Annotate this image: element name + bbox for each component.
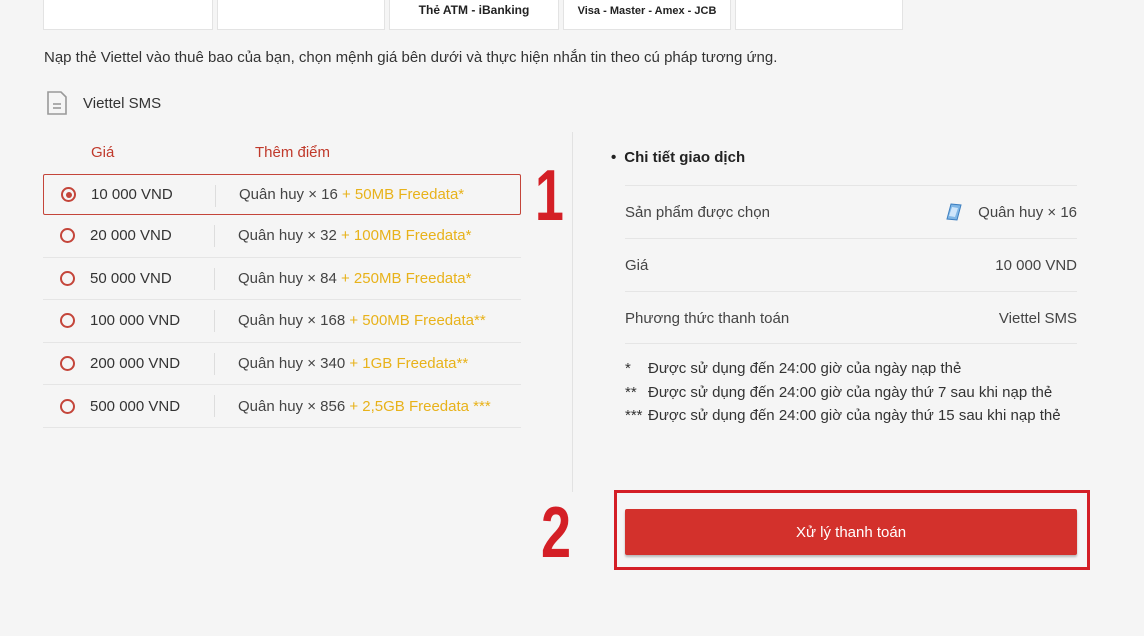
- payment-method-tab-atm[interactable]: Thẻ ATM - iBanking: [389, 0, 559, 30]
- note-text: Được sử dụng đến 24:00 giờ của ngày nạp …: [648, 360, 962, 377]
- divider: [215, 185, 216, 207]
- divider: [214, 310, 215, 333]
- row-price: 200 000 VND: [90, 355, 181, 373]
- bonus-text: + 1GB Freedata**: [345, 355, 469, 373]
- note-item: *** Được sử dụng đến 24:00 giờ của ngày t…: [625, 404, 1075, 428]
- note-mark: **: [625, 383, 637, 401]
- radio-icon[interactable]: [60, 398, 75, 414]
- payment-method-tab-1[interactable]: [43, 0, 213, 30]
- intro-text: Nạp thẻ Viettel vào thuê bao của bạn, ch…: [44, 49, 778, 66]
- denomination-row[interactable]: 50 000 VND Quân huy × 84 + 250MB Freedat…: [43, 258, 521, 301]
- row-points: Quân huy × 16 + 50MB Freedata*: [239, 186, 464, 203]
- payment-method-tab-2[interactable]: [217, 0, 385, 30]
- detail-label: Sản phẩm được chọn: [625, 203, 770, 221]
- denomination-row[interactable]: 200 000 VND Quân huy × 340 + 1GB Freedat…: [43, 343, 521, 386]
- divider: [214, 395, 215, 418]
- bonus-text: + 250MB Freedata*: [336, 269, 472, 287]
- column-divider: [572, 132, 573, 492]
- notes: * Được sử dụng đến 24:00 giờ của ngày nạp…: [625, 357, 1075, 428]
- row-points: Quân huy × 84 + 250MB Freedata*: [238, 270, 472, 287]
- radio-icon[interactable]: [60, 228, 75, 244]
- note-text: Được sử dụng đến 24:00 giờ của ngày thứ …: [648, 407, 1061, 425]
- row-points: Quân huy × 168 + 500MB Freedata**: [238, 312, 486, 329]
- document-icon: [47, 91, 67, 115]
- step-annotation-1: 1: [535, 156, 564, 236]
- bonus-text: + 100MB Freedata*: [336, 227, 472, 245]
- detail-label: Phương thức thanh toán: [625, 309, 790, 327]
- row-points: Quân huy × 340 + 1GB Freedata**: [238, 355, 468, 372]
- denomination-row[interactable]: 20 000 VND Quân huy × 32 + 100MB Freedat…: [43, 215, 521, 258]
- radio-icon[interactable]: [60, 313, 75, 329]
- row-price: 500 000 VND: [90, 397, 181, 415]
- detail-row-product: Sản phẩm được chọn Quân huy × 16: [625, 185, 1077, 238]
- row-price: 10 000 VND: [91, 186, 173, 203]
- step-annotation-2: 2: [541, 493, 572, 573]
- note-item: ** Được sử dụng đến 24:00 giờ của ngày th…: [625, 381, 1075, 405]
- row-points: Quân huy × 856 + 2,5GB Freedata ***: [238, 398, 491, 415]
- points-text: Quân huy × 168: [238, 312, 346, 330]
- detail-title: Chi tiết giao dịch: [611, 149, 745, 166]
- radio-icon[interactable]: [60, 270, 75, 286]
- row-points: Quân huy × 32 + 100MB Freedata*: [238, 227, 472, 244]
- detail-label: Giá: [625, 256, 649, 274]
- points-text: Quân huy × 856: [238, 397, 346, 415]
- divider: [214, 352, 215, 375]
- note-item: * Được sử dụng đến 24:00 giờ của ngày nạp…: [625, 357, 1075, 381]
- denomination-row[interactable]: 100 000 VND Quân huy × 168 + 500MB Freed…: [43, 300, 521, 343]
- method-name: Viettel SMS: [83, 94, 162, 112]
- payment-method-tab-card[interactable]: Visa - Master - Amex - JCB: [563, 0, 731, 30]
- divider: [214, 225, 215, 247]
- payment-method-label: Thẻ ATM - iBanking: [418, 3, 530, 17]
- payment-method-label: Visa - Master - Amex - JCB: [577, 5, 717, 17]
- method-heading: Viettel SMS: [44, 90, 161, 116]
- bonus-text: + 500MB Freedata**: [345, 312, 486, 330]
- denomination-row[interactable]: 10 000 VND Quân huy × 16 + 50MB Freedata…: [43, 174, 521, 215]
- points-text: Quân huy × 340: [238, 355, 346, 373]
- bonus-text: + 2,5GB Freedata ***: [345, 397, 491, 415]
- points-text: Quân huy × 16: [239, 186, 338, 203]
- column-header-points: Thêm điểm: [255, 144, 331, 161]
- detail-row-method: Phương thức thanh toán Viettel SMS: [625, 291, 1077, 344]
- detail-value: Quân huy × 16: [946, 203, 1077, 221]
- payment-method-tab-5[interactable]: [735, 0, 903, 30]
- divider: [625, 343, 1077, 344]
- price-value: 10 000 VND: [995, 256, 1077, 274]
- note-text: Được sử dụng đến 24:00 giờ của ngày thứ …: [648, 383, 1053, 401]
- points-text: Quân huy × 32: [238, 227, 337, 245]
- radio-icon[interactable]: [60, 356, 75, 372]
- process-payment-button[interactable]: Xử lý thanh toán: [625, 509, 1077, 555]
- radio-selected-icon[interactable]: [61, 187, 76, 202]
- note-mark: ***: [625, 407, 643, 425]
- divider: [214, 267, 215, 290]
- note-mark: *: [625, 360, 631, 377]
- column-header-price: Giá: [91, 144, 115, 161]
- row-price: 20 000 VND: [90, 227, 172, 245]
- card-icon: [946, 203, 962, 221]
- bonus-text: + 50MB Freedata*: [337, 186, 465, 203]
- method-value: Viettel SMS: [998, 309, 1077, 327]
- detail-row-price: Giá 10 000 VND: [625, 238, 1077, 291]
- row-price: 100 000 VND: [90, 312, 181, 330]
- product-value: Quân huy × 16: [978, 203, 1077, 221]
- denomination-row[interactable]: 500 000 VND Quân huy × 856 + 2,5GB Freed…: [43, 385, 521, 428]
- points-text: Quân huy × 84: [238, 269, 337, 287]
- denomination-list: 10 000 VND Quân huy × 16 + 50MB Freedata…: [43, 174, 521, 428]
- row-price: 50 000 VND: [90, 269, 172, 287]
